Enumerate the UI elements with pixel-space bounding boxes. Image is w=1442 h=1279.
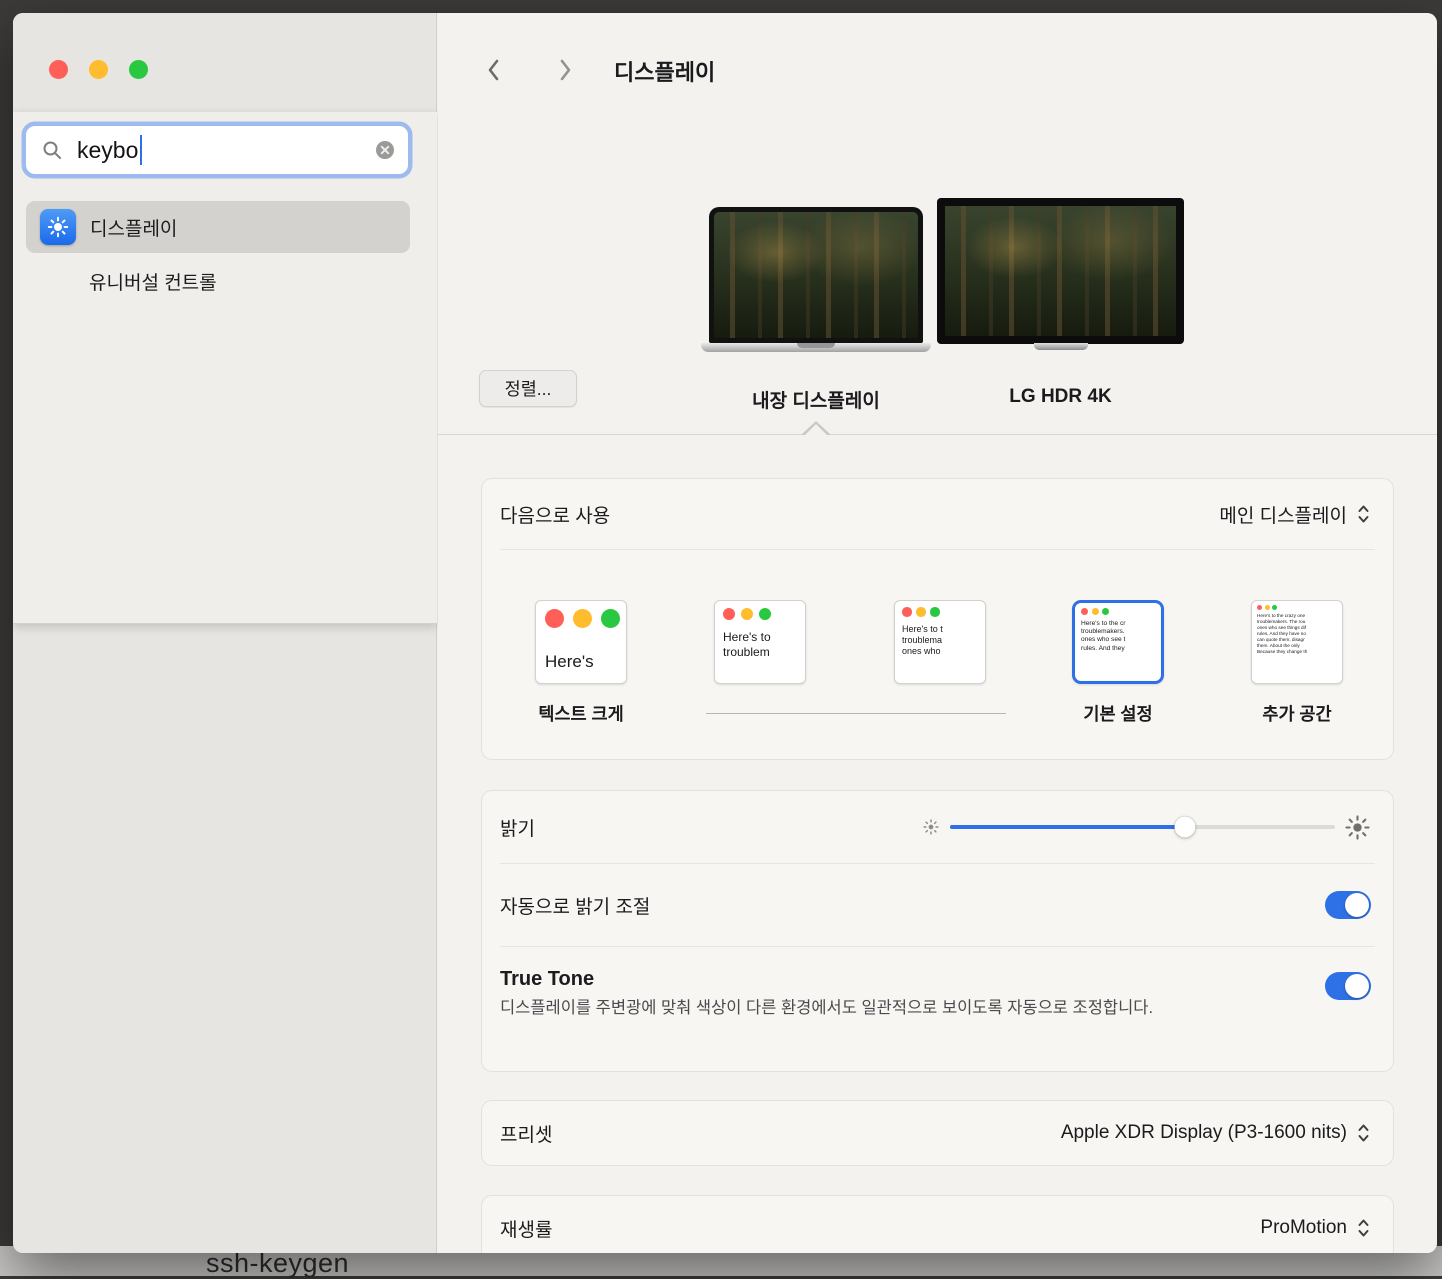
brightness-knob[interactable]: [1174, 817, 1195, 838]
auto-brightness-label: 자동으로 밝기 조절: [500, 892, 650, 919]
mini-traffic-lights-icon: [895, 601, 985, 617]
search-result-label: 디스플레이: [90, 214, 177, 241]
scale-preview-selected: Here's to the cr troublemakers. ones who…: [1072, 600, 1164, 684]
minimize-button[interactable]: [89, 60, 108, 79]
scale-caption: 텍스트 크게: [538, 701, 623, 722]
mini-traffic-lights-icon: [536, 601, 626, 628]
display-name-external: LG HDR 4K: [937, 386, 1184, 408]
search-input[interactable]: keybo: [25, 125, 409, 175]
display-thumb-external[interactable]: [937, 198, 1184, 350]
brightness-card: 밝기: [481, 790, 1394, 1072]
scale-preview: Here's to troublem: [714, 600, 806, 684]
stepper-icon: [1356, 1217, 1371, 1239]
section-divider: [438, 434, 1437, 435]
use-as-dropdown[interactable]: 메인 디스플레이: [1219, 501, 1371, 528]
preset-value: Apple XDR Display (P3-1600 nits): [1061, 1122, 1347, 1144]
back-button[interactable]: [476, 53, 510, 87]
search-result-display[interactable]: 디스플레이: [26, 201, 410, 253]
preset-row: 프리셋 Apple XDR Display (P3-1600 nits): [482, 1101, 1393, 1165]
sidebar: keybo: [13, 13, 437, 1253]
use-as-row: 다음으로 사용 메인 디스플레이: [482, 479, 1393, 549]
brightness-track[interactable]: [950, 825, 1335, 829]
use-as-label: 다음으로 사용: [500, 501, 610, 528]
laptop-screen: [709, 207, 923, 343]
resolution-card: 다음으로 사용 메인 디스플레이 Here's 텍스트 크게: [481, 478, 1394, 760]
clear-search-button[interactable]: [374, 139, 396, 161]
refresh-rate-label: 재생률: [500, 1215, 552, 1242]
auto-brightness-toggle[interactable]: [1325, 891, 1371, 919]
search-value: keybo: [77, 137, 138, 164]
scaling-option-more-space[interactable]: Here's to the crazy one troublemakers. T…: [1251, 600, 1343, 722]
close-button[interactable]: [49, 60, 68, 79]
monitor-stand: [1034, 343, 1088, 350]
search-results-panel: keybo: [13, 112, 437, 624]
stepper-icon: [1356, 1122, 1371, 1144]
mini-traffic-lights-icon: [715, 601, 805, 620]
preset-card: 프리셋 Apple XDR Display (P3-1600 nits): [481, 1100, 1394, 1166]
display-settings-pane: 디스플레이 정렬... 내장 디스플레이 LG HDR 4K 다음으로 사용: [438, 13, 1437, 1253]
true-tone-description: 디스플레이를 주변광에 맞춰 색상이 다른 환경에서도 일관적으로 보이도록 자…: [500, 994, 1153, 1023]
brightness-low-icon: [921, 817, 941, 837]
scale-caption: 기본 설정: [1083, 701, 1152, 722]
display-settings-icon: [40, 209, 76, 245]
brightness-slider: [921, 814, 1371, 841]
arrange-displays-button[interactable]: 정렬...: [479, 370, 577, 407]
stepper-icon: [1356, 503, 1371, 525]
true-tone-label: True Tone: [500, 968, 1153, 991]
refresh-rate-value: ProMotion: [1260, 1217, 1347, 1239]
selected-display-pointer: [801, 421, 831, 435]
scaling-option-2[interactable]: Here's to troublem: [714, 600, 806, 722]
scaling-option-default[interactable]: Here's to the cr troublemakers. ones who…: [1072, 600, 1164, 722]
scale-preview: Here's: [535, 600, 627, 684]
scaling-option-3[interactable]: Here's to t troublema ones who: [894, 600, 986, 722]
refresh-rate-row: 재생률 ProMotion: [482, 1196, 1393, 1253]
search-result-universal-control[interactable]: 유니버설 컨트롤: [26, 256, 410, 306]
true-tone-row: True Tone 디스플레이를 주변광에 맞춰 색상이 다른 환경에서도 일관…: [482, 947, 1393, 1073]
brightness-row: 밝기: [482, 791, 1393, 863]
page-title: 디스플레이: [614, 55, 715, 87]
wallpaper-preview: [945, 206, 1176, 336]
search-result-label: 유니버설 컨트롤: [26, 268, 217, 295]
use-as-value: 메인 디스플레이: [1219, 501, 1347, 528]
window-controls: [49, 60, 148, 79]
true-tone-toggle[interactable]: [1325, 972, 1371, 1000]
scaling-options: Here's 텍스트 크게 Here's to troublem: [482, 550, 1393, 760]
refresh-rate-card: 재생률 ProMotion: [481, 1195, 1394, 1253]
brightness-label: 밝기: [500, 814, 535, 841]
preset-dropdown[interactable]: Apple XDR Display (P3-1600 nits): [1061, 1122, 1371, 1144]
mini-traffic-lights-icon: [1075, 603, 1161, 615]
preset-label: 프리셋: [500, 1120, 552, 1147]
search-icon: [41, 139, 63, 161]
wallpaper-preview: [714, 212, 918, 338]
refresh-rate-dropdown[interactable]: ProMotion: [1260, 1217, 1371, 1239]
scale-preview: Here's to the crazy one troublemakers. T…: [1251, 600, 1343, 684]
brightness-fill: [950, 825, 1185, 829]
settings-window: keybo: [13, 13, 1437, 1253]
zoom-button[interactable]: [129, 60, 148, 79]
forward-button[interactable]: [548, 53, 582, 87]
scaling-option-larger-text[interactable]: Here's 텍스트 크게: [535, 600, 627, 722]
scale-preview: Here's to t troublema ones who: [894, 600, 986, 684]
display-name-builtin: 내장 디스플레이: [701, 386, 931, 413]
monitor-screen: [937, 198, 1184, 344]
mini-traffic-lights-icon: [1252, 601, 1342, 610]
scale-caption: 추가 공간: [1262, 701, 1331, 722]
text-cursor: [140, 135, 142, 165]
laptop-base: [701, 343, 931, 352]
display-thumb-builtin[interactable]: [701, 207, 931, 352]
brightness-high-icon: [1344, 814, 1371, 841]
auto-brightness-row: 자동으로 밝기 조절: [482, 864, 1393, 946]
